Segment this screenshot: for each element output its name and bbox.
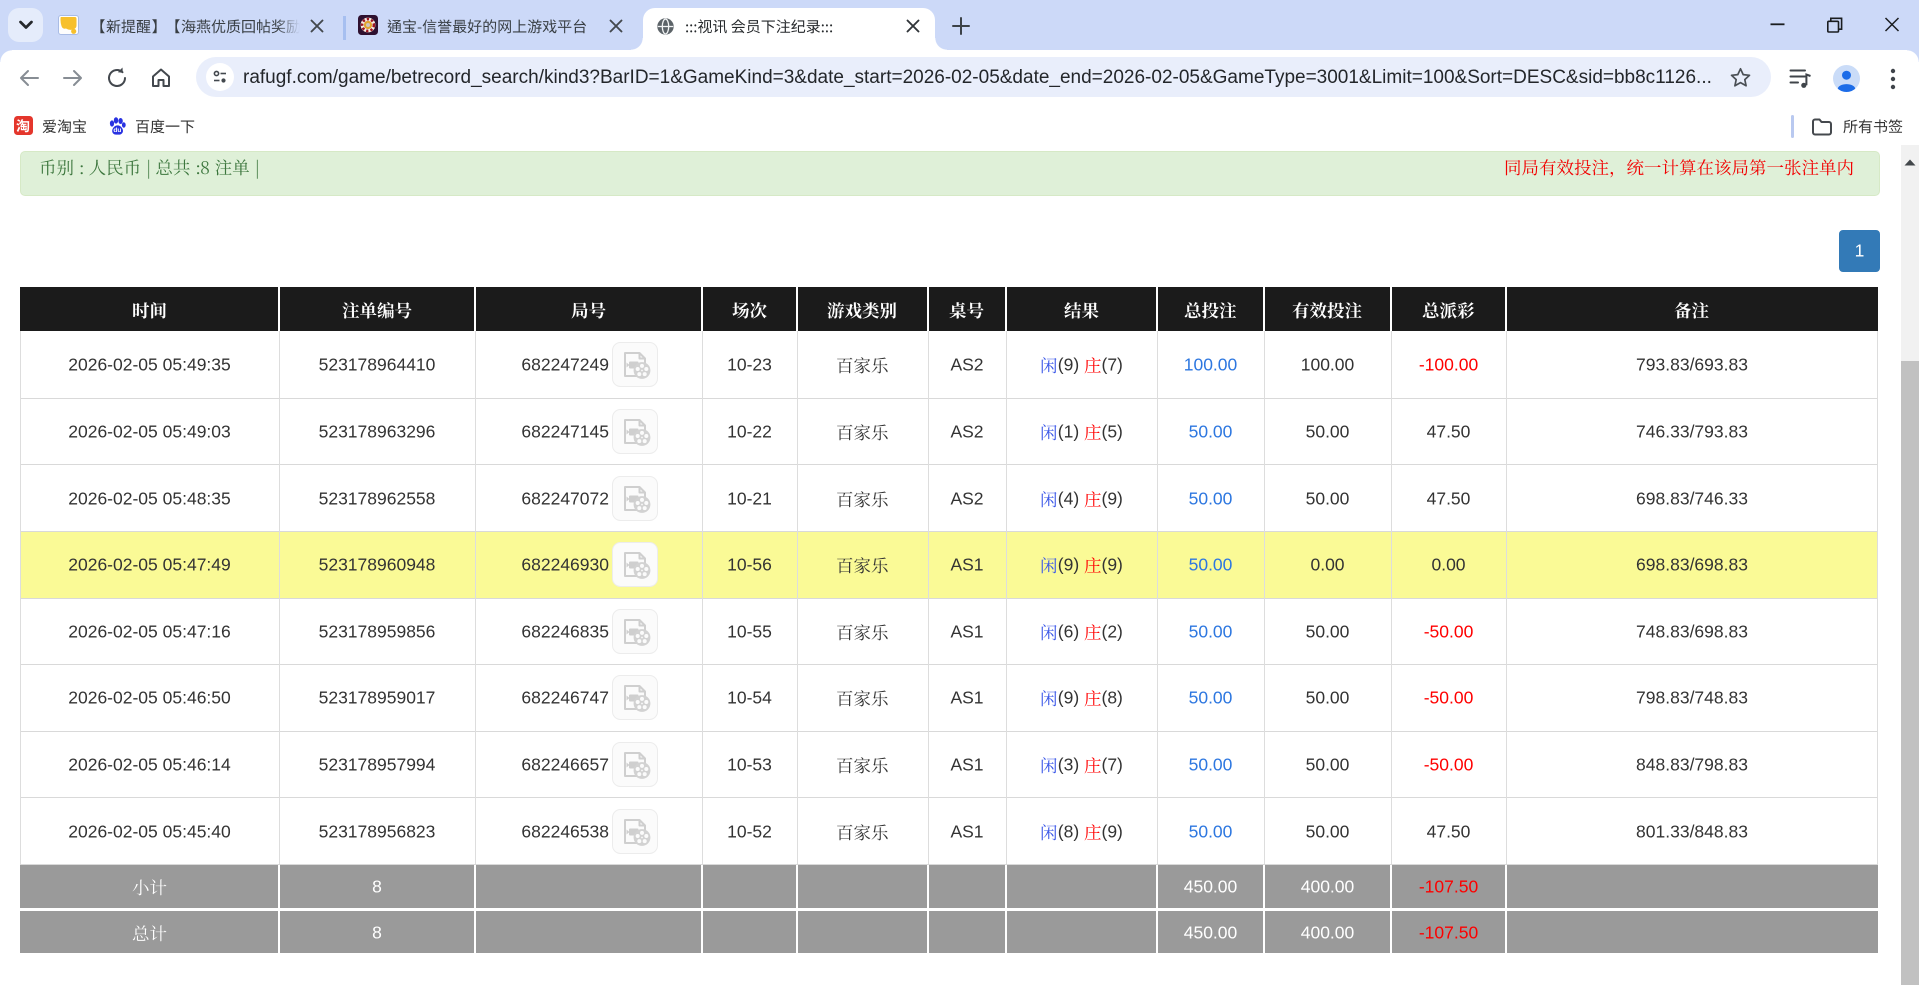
svg-text:du: du	[113, 127, 121, 134]
